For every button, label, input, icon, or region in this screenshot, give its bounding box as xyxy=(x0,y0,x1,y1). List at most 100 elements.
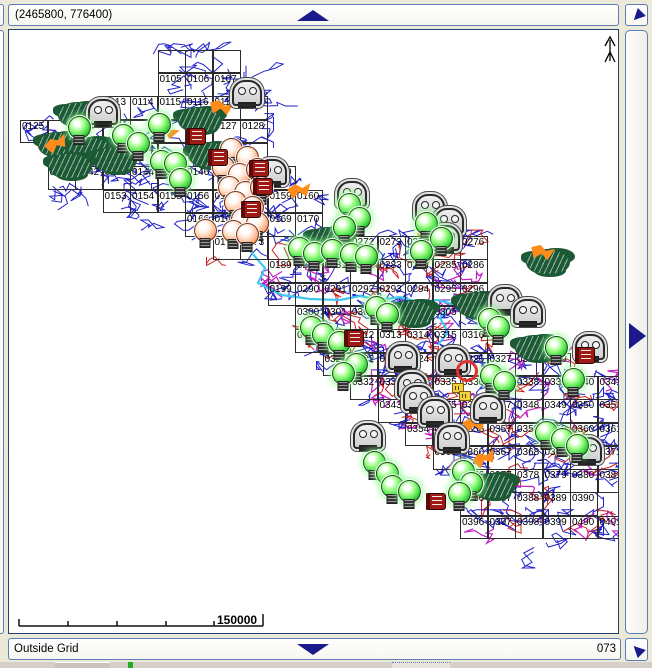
grid-cell-label: 0350 xyxy=(572,400,594,411)
grid-cell-0381: 0381 xyxy=(598,469,620,493)
grid-cell-label: 0371 xyxy=(600,447,620,458)
grid-cell-label: 0396 xyxy=(462,517,484,528)
grid-cell-label: 0341 xyxy=(600,377,620,388)
grid-cell xyxy=(213,50,241,74)
grid-cell-0160: 0160 xyxy=(295,190,323,214)
meter-marker xyxy=(88,99,118,125)
green-bulb-marker xyxy=(562,368,585,391)
grid-cell-label: 0305 xyxy=(435,307,457,318)
green-bulb-marker xyxy=(410,240,433,263)
grid-cell-label: 0283 xyxy=(380,260,402,271)
grid-cell-label: 0360 xyxy=(572,424,594,435)
grid-cell-label: 0348 xyxy=(517,400,539,411)
grid-cell-label: 0154 xyxy=(132,191,154,202)
grid-cell-0341: 0341 xyxy=(598,376,620,400)
grid-cell-label: 0169 xyxy=(270,214,292,225)
map-line xyxy=(244,63,283,81)
corner-pan-sw-button[interactable]: ◀ xyxy=(625,4,648,26)
book-marker xyxy=(253,178,273,195)
grid-cell-label: 0388 xyxy=(517,493,539,504)
background-window-fragment xyxy=(128,662,133,668)
grid-cell-label: 0199 xyxy=(270,284,292,295)
meter-marker xyxy=(388,344,418,370)
grid-cell-label: 0351 xyxy=(600,400,620,411)
green-bulb-marker xyxy=(430,227,453,250)
grid-cell-label: 0106 xyxy=(187,74,209,85)
grid-cell-label: 0301 xyxy=(325,307,347,318)
book-marker xyxy=(344,330,364,347)
grid-cell-0156: 0156 xyxy=(185,190,213,214)
grid-cell-label: 0295 xyxy=(435,284,457,295)
grid-cell-0199: 0199 xyxy=(268,283,296,307)
grid-cell-label: 0378 xyxy=(517,470,539,481)
grid-cell-label: 0357 xyxy=(490,424,512,435)
grid-cell-label: 0286 xyxy=(462,260,484,271)
book-marker xyxy=(208,149,228,166)
grid-cell-0290: 0290 xyxy=(295,283,323,307)
grid-cell-label: 0315 xyxy=(435,330,457,341)
grid-cell-0128: 0128 xyxy=(240,120,268,144)
triangle-up-icon xyxy=(297,10,329,21)
grid-cell-0338: 0338 xyxy=(515,376,543,400)
grid-cell-0388: 0388 xyxy=(515,492,543,516)
grid-cell-0399: 0399 xyxy=(543,516,571,540)
green-bulb-marker xyxy=(169,168,192,191)
salmon-bulb-marker xyxy=(194,219,217,242)
grid-cell-0286: 0286 xyxy=(460,259,488,283)
grid-cell-0380: 0380 xyxy=(570,469,598,493)
grid-cell-label: 0389 xyxy=(545,493,567,504)
map-canvas[interactable]: 150000 010501060107011301140115011601170… xyxy=(8,29,619,634)
grid-cell-label: 0491 xyxy=(600,517,620,528)
green-bulb-marker xyxy=(127,132,150,155)
map-line xyxy=(522,548,536,569)
grid-cell-label: 0294 xyxy=(407,284,429,295)
status-scale-readout: 073 xyxy=(597,639,616,659)
grid-cell-label: 0115 xyxy=(160,97,182,108)
grid-cell-0368: 0368 xyxy=(515,446,543,470)
book-marker xyxy=(426,493,446,510)
grid-cell-0273: 0273 xyxy=(378,236,406,260)
grid-cell-label: 0398 xyxy=(517,517,539,528)
grid-cell-0350: 0350 xyxy=(570,399,598,423)
meter-marker xyxy=(232,80,262,106)
grid-cell-0153: 0153 xyxy=(103,190,131,214)
grid-cell-0491: 0491 xyxy=(598,516,620,540)
grid-cell-label: 0490 xyxy=(572,517,594,528)
green-bulb-marker xyxy=(448,482,471,505)
grid-cell-0291: 0291 xyxy=(323,283,351,307)
grid-cell-label: 0292 xyxy=(352,284,374,295)
grid-cell-label: 0390 xyxy=(572,493,594,504)
grid-cell-0105: 0105 xyxy=(158,73,186,97)
background-window-fragment xyxy=(55,662,110,668)
grid-cell-0276: 0276 xyxy=(460,236,488,260)
map-line xyxy=(141,220,164,230)
grid-cell-0169: 0169 xyxy=(268,213,296,237)
grid-cell-label: 0290 xyxy=(297,284,319,295)
green-bulb-marker xyxy=(332,362,355,385)
yellow-sign-marker xyxy=(459,391,471,401)
grid-cell-0378: 0378 xyxy=(515,469,543,493)
adjacent-panel-fragment xyxy=(0,30,4,634)
grid-cell-label: 0379 xyxy=(545,470,567,481)
corner-pan-nw-button[interactable]: ◀ xyxy=(625,638,648,661)
meter-marker xyxy=(513,299,543,325)
grid-cell-0379: 0379 xyxy=(543,469,571,493)
green-bulb-marker xyxy=(493,371,516,394)
grid-cell-label: 0156 xyxy=(187,191,209,202)
status-message: Outside Grid xyxy=(14,643,79,655)
grid-cell-label: 0291 xyxy=(325,284,347,295)
meter-marker xyxy=(437,425,467,451)
vertical-scrollbar-track[interactable] xyxy=(625,30,648,634)
grid-cell-0343: 0343 xyxy=(378,399,406,423)
grid-cell-label: 0153 xyxy=(105,191,127,202)
map-line xyxy=(50,191,68,210)
grid-cell-0389: 0389 xyxy=(543,492,571,516)
book-marker xyxy=(249,160,269,177)
grid-cell-0285: 0285 xyxy=(433,259,461,283)
green-bulb-marker xyxy=(148,113,171,136)
grid-cell-label: 0349 xyxy=(545,400,567,411)
status-bar: Outside Grid 073 xyxy=(8,638,621,660)
meter-marker xyxy=(353,423,383,449)
grid-cell-0189: 0189 xyxy=(268,259,296,283)
grid-cell-label: 0399 xyxy=(545,517,567,528)
